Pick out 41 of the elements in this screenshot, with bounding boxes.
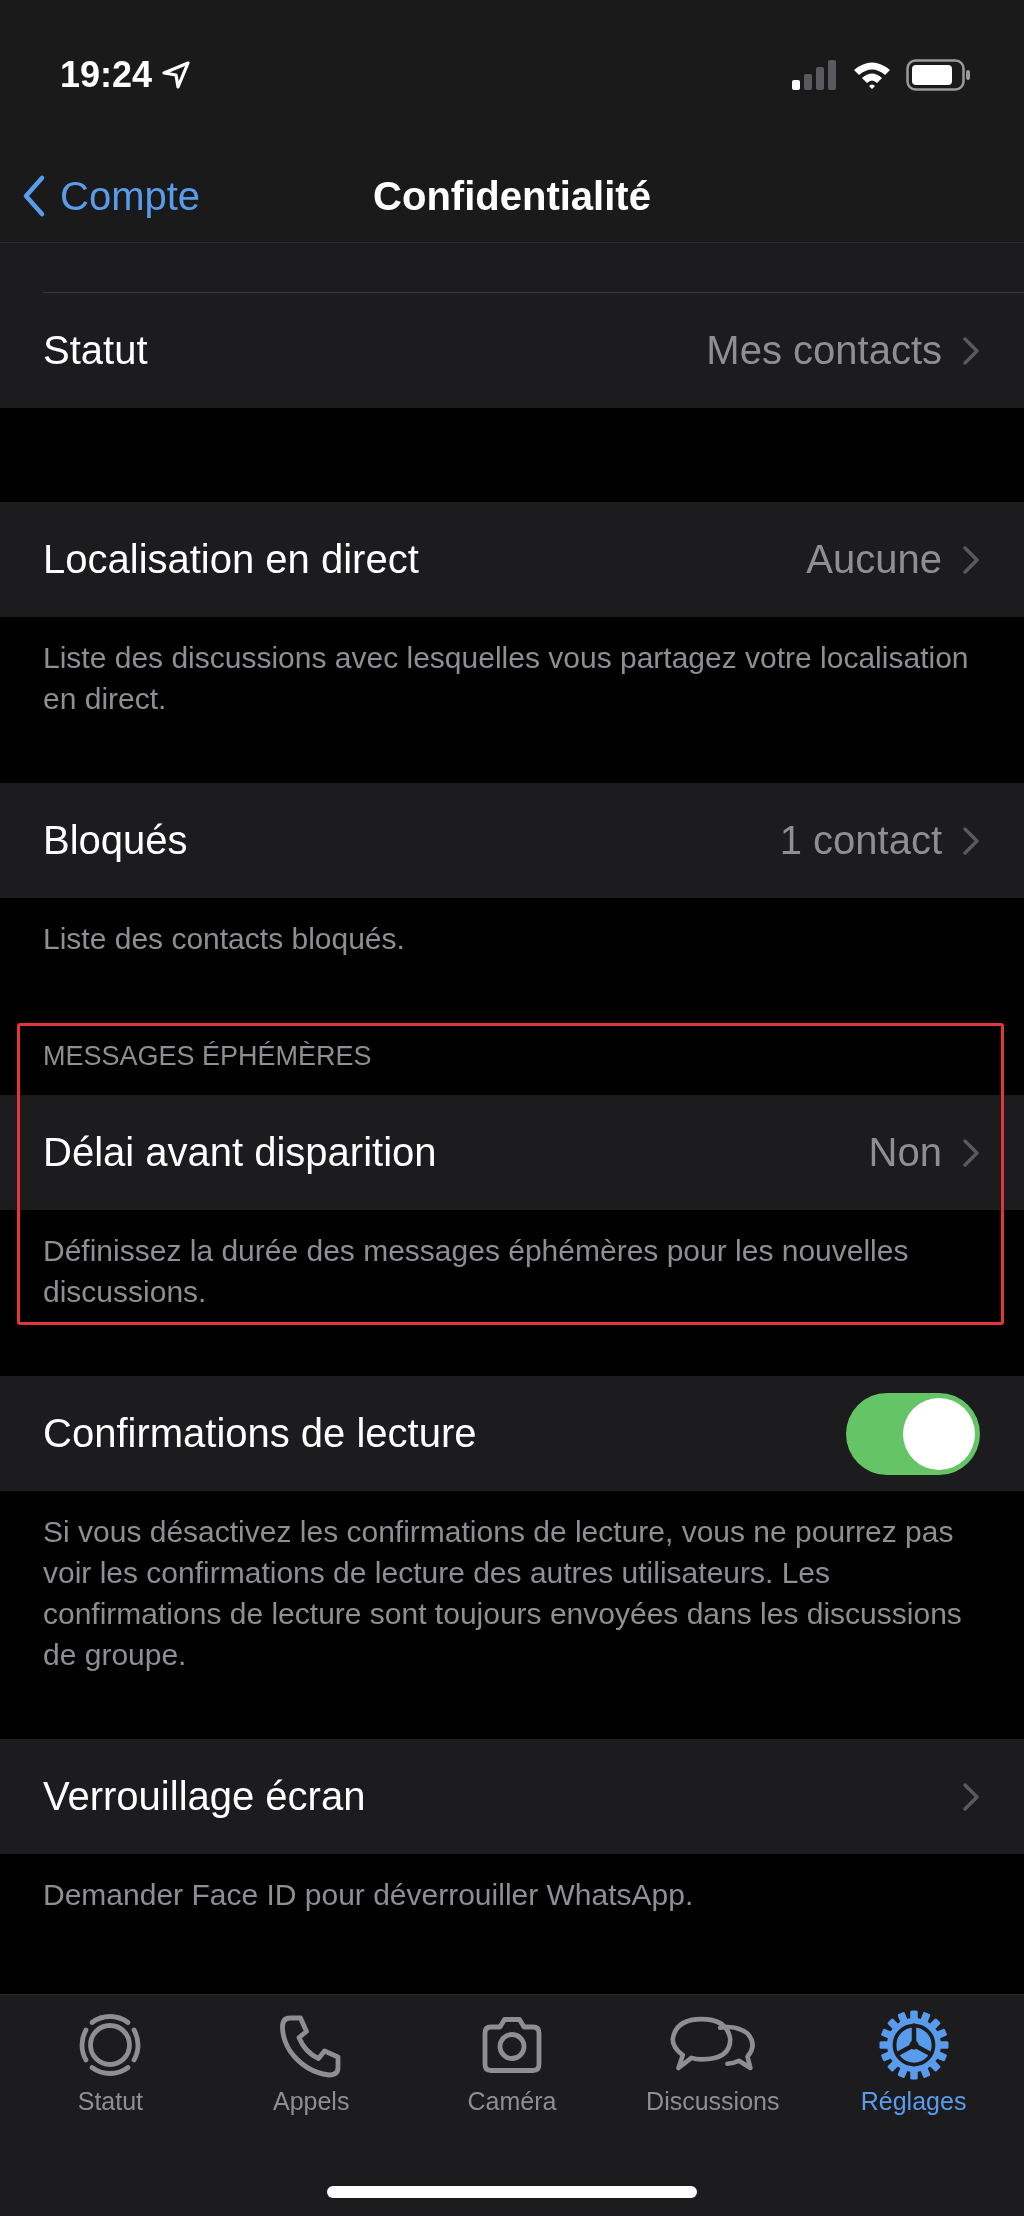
tab-item[interactable]: Réglages bbox=[818, 2009, 1009, 2116]
setting-value: Non bbox=[868, 1130, 942, 1175]
setting-label: Délai avant disparition bbox=[43, 1130, 438, 1175]
wifi-icon bbox=[852, 60, 892, 90]
setting-label: Localisation en direct bbox=[43, 537, 420, 582]
tab-item[interactable]: Appels bbox=[216, 2009, 407, 2116]
back-chevron-icon bbox=[22, 174, 46, 218]
back-button[interactable]: Compte bbox=[0, 172, 207, 220]
settings-row[interactable]: Localisation en direct Aucune bbox=[0, 502, 1024, 617]
setting-value: Aucune bbox=[806, 537, 942, 582]
section-footnote: Demander Face ID pour déverrouiller WhatsApp. bbox=[42, 1877, 695, 1913]
settings-row[interactable]: Bloqués 1 contact bbox=[0, 783, 1024, 898]
setting-value: Mes contacts bbox=[706, 328, 942, 373]
settings-row[interactable]: Statut Mes contacts bbox=[0, 293, 1024, 408]
setting-label: Verrouillage écran bbox=[43, 1774, 367, 1819]
section-footnote: Définissez la durée des messages éphémères pour les nouvelles discussions. bbox=[42, 1233, 910, 1310]
setting-label: Confirmations de lecture bbox=[43, 1411, 478, 1456]
clock-time: 19:24 bbox=[60, 54, 153, 96]
settings-row[interactable]: Délai avant disparition Non bbox=[0, 1095, 1024, 1210]
battery-icon bbox=[906, 59, 972, 91]
section-header: MESSAGES ÉPHÉMÈRES bbox=[42, 1040, 373, 1073]
screen-title: Confidentialité bbox=[373, 173, 651, 219]
section-footnote: Liste des contacts bloqués. bbox=[42, 921, 406, 957]
chevron-icon bbox=[962, 544, 980, 575]
gear-icon bbox=[877, 2009, 950, 2081]
section-footnote: Liste des discussions avec lesquelles vous partagez votre localisation en direct. bbox=[42, 640, 970, 717]
settings-row[interactable]: Confirmations de lecture bbox=[0, 1376, 1024, 1491]
settings-row[interactable]: Verrouillage écran bbox=[0, 1739, 1024, 1854]
chevron-icon bbox=[962, 1137, 980, 1168]
setting-label: Statut bbox=[43, 328, 149, 373]
signal-icon bbox=[792, 60, 838, 90]
tab-item[interactable]: Discussions bbox=[617, 2009, 808, 2116]
setting-value: 1 contact bbox=[779, 818, 942, 863]
location-arrow-icon bbox=[160, 59, 193, 91]
chevron-icon bbox=[962, 825, 980, 856]
setting-label: Bloqués bbox=[43, 818, 189, 863]
tab-item[interactable]: Caméra bbox=[417, 2009, 607, 2116]
tab-item[interactable]: Statut bbox=[15, 2009, 206, 2116]
chevron-icon bbox=[962, 335, 980, 366]
chevron-icon bbox=[962, 1781, 980, 1812]
section-footnote: Si vous désactivez les confirmations de lecture, vous ne pourrez pas voir les confirmations de lecture des autres utilisateurs. Les confirmations de lecture sont toujours envoyées dans les discussions de groupe. bbox=[42, 1514, 963, 1673]
